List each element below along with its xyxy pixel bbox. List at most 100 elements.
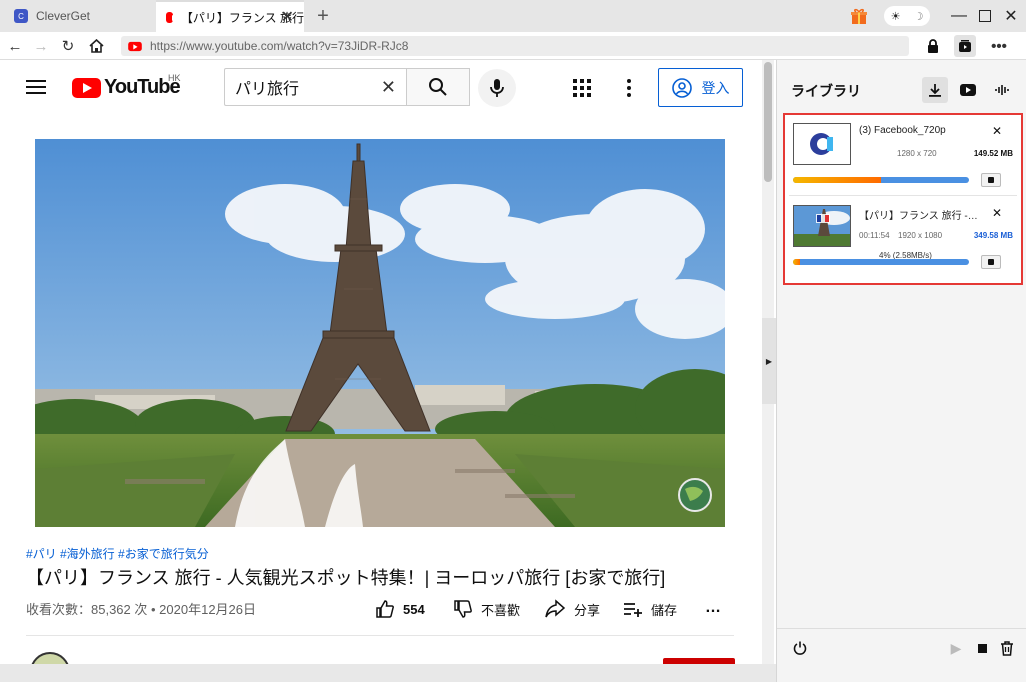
moon-icon: ☽ xyxy=(913,10,924,23)
video-player[interactable] xyxy=(35,139,725,527)
save-label: 儲存 xyxy=(651,602,678,618)
thumbs-up-icon xyxy=(376,600,394,618)
microphone-icon xyxy=(490,79,504,97)
youtube-favicon-icon xyxy=(166,11,177,23)
sign-in-button[interactable]: 登入 xyxy=(658,68,743,107)
video-frame-image xyxy=(35,139,725,527)
tab-label: CleverGet xyxy=(36,9,91,23)
youtube-favicon-icon xyxy=(128,41,142,51)
item-size: 149.52 MB xyxy=(973,149,1013,158)
new-tab-button[interactable]: + xyxy=(308,0,338,32)
panel-collapse-handle[interactable]: ▶ xyxy=(762,318,776,404)
library-footer: ▶ xyxy=(777,628,1026,682)
reload-icon[interactable]: ↻ xyxy=(57,35,79,57)
stop-all-icon[interactable] xyxy=(971,637,993,659)
search-input[interactable]: パリ旅行 ✕ xyxy=(224,68,406,106)
video-title: 【パリ】フランス 旅行 - 人気観光スポット特集！| ヨーロッパ旅行 [お家で旅… xyxy=(26,568,666,588)
item-resolution: 1920 x 1080 xyxy=(898,231,943,240)
item-thumbnail xyxy=(793,205,851,247)
settings-more-icon[interactable] xyxy=(620,78,638,98)
item-duration: 00:11:54 xyxy=(859,231,890,240)
download-item[interactable]: 【パリ】フランス 旅行 - 人気観光スポット特集 ✕ 00:11:54 1920… xyxy=(785,197,1021,277)
video-download-icon[interactable] xyxy=(954,35,976,57)
like-button[interactable]: 554 xyxy=(375,599,425,619)
sign-in-label: 登入 xyxy=(701,79,730,96)
home-icon[interactable] xyxy=(85,35,107,57)
stop-icon xyxy=(988,177,994,183)
resume-all-icon[interactable]: ▶ xyxy=(945,637,967,659)
tab-cleverget[interactable]: C CleverGet xyxy=(0,0,154,32)
playlist-add-icon xyxy=(624,603,642,617)
search-icon xyxy=(429,78,447,96)
address-bar: ← → ↻ https://www.youtube.com/watch?v=73… xyxy=(0,32,1026,60)
item-progress-bar xyxy=(793,259,969,265)
download-item[interactable]: (3) Facebook_720p ✕ 1280 x 720 149.52 MB xyxy=(785,115,1021,195)
sun-icon: ☀ xyxy=(890,10,901,23)
cleverget-logo-icon: C xyxy=(14,9,28,23)
remove-item-icon[interactable]: ✕ xyxy=(992,206,1002,220)
download-icon xyxy=(929,84,941,97)
power-icon[interactable] xyxy=(789,637,811,659)
youtube-header: YouTube HK パリ旅行 ✕ 登入 xyxy=(0,60,760,116)
youtube-logo[interactable]: YouTube HK xyxy=(72,73,181,99)
url-field[interactable]: https://www.youtube.com/watch?v=73JiDR-R… xyxy=(121,36,909,56)
stop-button[interactable] xyxy=(981,255,1001,269)
downloading-tab[interactable] xyxy=(922,77,948,103)
video-hashtags[interactable]: #パリ #海外旅行 #お家で旅行気分 xyxy=(26,545,209,562)
forward-icon[interactable]: → xyxy=(30,35,52,57)
account-icon xyxy=(671,77,692,98)
library-title: ライブラリ xyxy=(791,83,861,99)
item-thumbnail xyxy=(793,123,851,165)
item-name: 【パリ】フランス 旅行 - 人気観光スポット特集 xyxy=(859,211,979,222)
stop-button[interactable] xyxy=(981,173,1001,187)
dislike-button[interactable]: 不喜歡 xyxy=(453,599,520,619)
stop-icon xyxy=(988,259,994,265)
progress-fill xyxy=(793,259,801,265)
library-panel: ライブラリ (3) Facebook_720p ✕ 1280 x 720 149… xyxy=(776,60,1026,682)
region-code: HK xyxy=(168,73,181,83)
divider xyxy=(26,635,734,636)
share-button[interactable]: 分享 xyxy=(544,599,600,619)
close-window-button[interactable]: ✕ xyxy=(996,0,1026,32)
cleverget-logo-icon xyxy=(810,133,833,155)
clear-search-icon[interactable]: ✕ xyxy=(381,77,396,98)
paris-thumbnail-image xyxy=(794,206,850,246)
lock-icon[interactable] xyxy=(922,35,944,57)
upload-date: 2020年12月26日 xyxy=(159,602,257,617)
more-menu-icon[interactable]: ••• xyxy=(988,35,1010,57)
audio-library-tab[interactable] xyxy=(989,77,1015,103)
item-name: (3) Facebook_720p xyxy=(859,125,946,136)
view-count: 收看次數：85,362 次 xyxy=(26,602,148,617)
share-icon xyxy=(545,599,566,618)
back-icon[interactable]: ← xyxy=(4,35,26,57)
trash-icon[interactable] xyxy=(996,637,1018,659)
tab-youtube[interactable]: 【パリ】フランス 旅行 ✕ xyxy=(156,0,304,32)
share-label: 分享 xyxy=(574,602,601,618)
close-tab-icon[interactable]: ✕ xyxy=(281,7,294,27)
thumbs-down-icon xyxy=(454,600,472,618)
progress-fill xyxy=(793,177,881,183)
hamburger-menu-icon[interactable] xyxy=(26,80,46,94)
save-button[interactable]: 儲存 xyxy=(623,599,677,619)
gift-icon[interactable] xyxy=(844,0,874,32)
voice-search-button[interactable] xyxy=(478,69,516,107)
url-text: https://www.youtube.com/watch?v=73JiDR-R… xyxy=(150,39,409,53)
item-resolution: 1280 x 720 xyxy=(897,149,937,158)
tab-bar: C CleverGet 【パリ】フランス 旅行 ✕ + ☀ ☽ — ✕ xyxy=(0,0,1026,32)
video-library-tab[interactable] xyxy=(955,77,981,103)
scrollbar-thumb[interactable] xyxy=(764,62,772,182)
like-count: 554 xyxy=(403,601,425,617)
chevron-right-icon: ▶ xyxy=(765,356,773,366)
search-button[interactable] xyxy=(406,68,470,106)
youtube-play-icon xyxy=(72,77,101,98)
dislike-label: 不喜歡 xyxy=(481,602,521,618)
status-strip xyxy=(0,664,776,682)
apps-grid-icon[interactable] xyxy=(573,79,591,97)
item-size: 349.58 MB xyxy=(973,231,1013,240)
audio-wave-icon xyxy=(995,85,1009,95)
divider xyxy=(789,195,1017,196)
theme-toggle[interactable]: ☀ ☽ xyxy=(882,0,932,32)
remove-item-icon[interactable]: ✕ xyxy=(992,124,1002,138)
more-actions-button[interactable]: … xyxy=(705,599,721,617)
video-icon xyxy=(960,84,976,96)
